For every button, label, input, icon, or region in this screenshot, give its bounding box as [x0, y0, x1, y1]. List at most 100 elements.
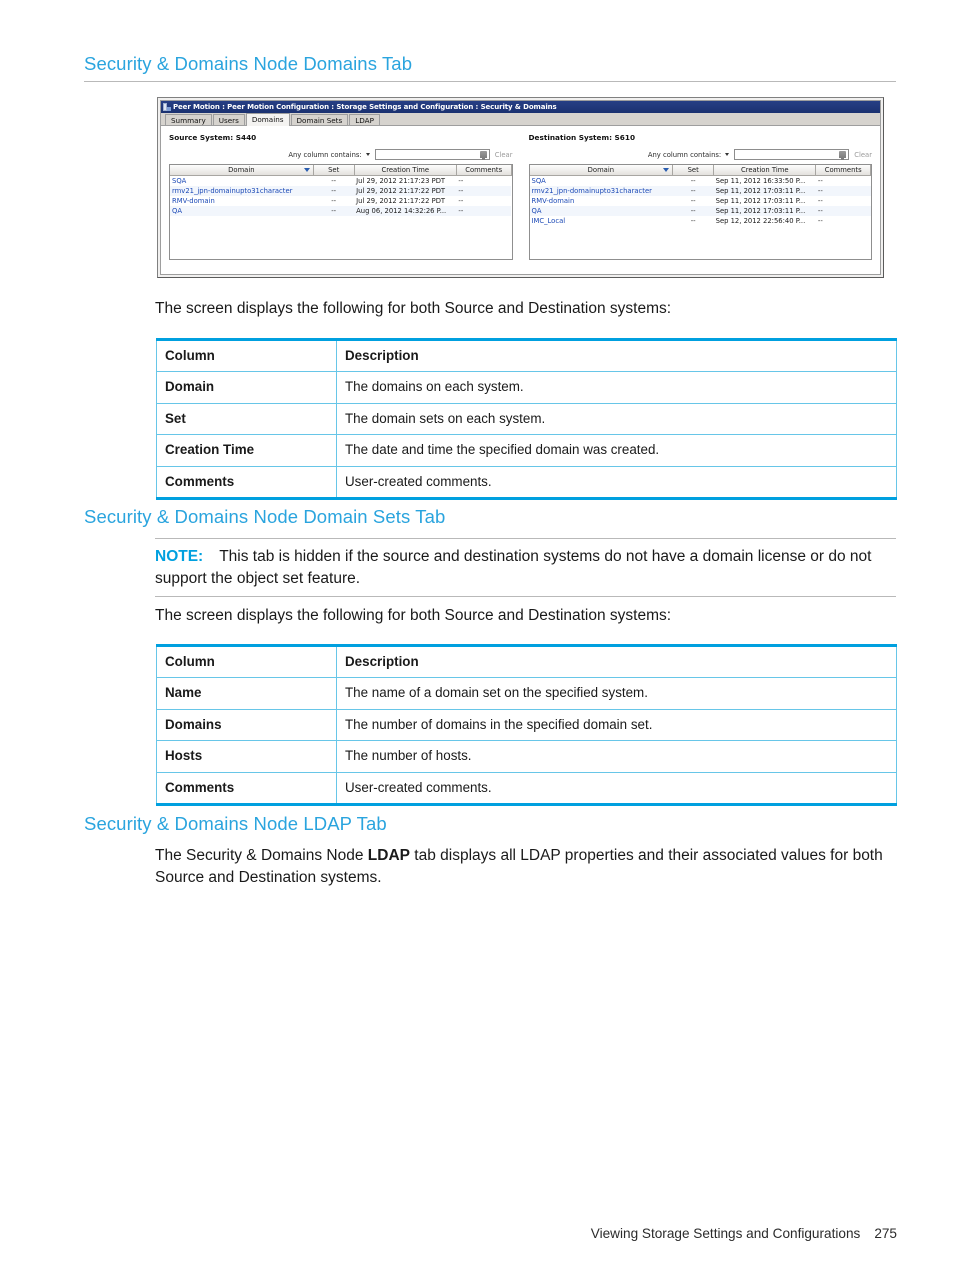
domains-description-table: Column Description Domain The domains on… — [156, 338, 897, 501]
note-rule-top — [155, 538, 896, 539]
intro-paragraph-1: The screen displays the following for bo… — [155, 300, 672, 317]
cell-comments: -- — [456, 206, 511, 216]
cell-set: -- — [313, 186, 355, 196]
chevron-down-icon[interactable] — [365, 153, 370, 156]
tab-ldap[interactable]: LDAP — [349, 114, 380, 125]
table-row: Comments User-created comments. — [156, 465, 897, 500]
heading-rule-1 — [84, 81, 896, 82]
destination-col-time[interactable]: Creation Time — [713, 165, 817, 176]
row-description: The number of domains in the specified d… — [336, 708, 897, 742]
cell-set: -- — [690, 197, 696, 205]
source-col-time[interactable]: Creation Time — [354, 165, 457, 176]
filter-funnel-icon[interactable] — [839, 151, 847, 160]
app-screenshot: Peer Motion : Peer Motion Configuration … — [157, 97, 884, 278]
tab-domain-sets[interactable]: Domain Sets — [290, 114, 349, 125]
ldap-text-before: The Security & Domains Node — [155, 847, 368, 864]
table-row[interactable]: SQA -- Sep 11, 2012 16:33:50 P... -- — [530, 176, 871, 187]
cell-time: Sep 11, 2012 17:03:11 P... — [713, 186, 816, 196]
page-footer: Viewing Storage Settings and Configurati… — [591, 1226, 897, 1241]
table-row[interactable]: SQA -- Jul 29, 2012 21:17:23 PDT -- — [170, 176, 511, 187]
ldap-paragraph: The Security & Domains Node LDAP tab dis… — [155, 845, 900, 889]
destination-clear-button[interactable]: Clear — [854, 151, 872, 159]
table-row[interactable]: rmv21_jpn-domainupto31character -- Sep 1… — [529, 186, 871, 196]
note-label: NOTE: — [155, 548, 204, 565]
table-row[interactable]: IMC_Local -- Sep 12, 2012 22:56:40 P... … — [530, 216, 871, 226]
row-description: User-created comments. — [336, 465, 897, 500]
source-filter-input[interactable] — [374, 149, 490, 160]
cell-time: Sep 11, 2012 17:03:11 P... — [713, 206, 816, 216]
tab-domains[interactable]: Domains — [245, 113, 290, 126]
filter-funnel-icon[interactable] — [479, 151, 487, 160]
destination-filter-row: Any column contains: Clear — [529, 149, 872, 160]
cell-time: Sep 11, 2012 17:03:11 P... — [715, 197, 806, 205]
sort-descending-icon — [303, 168, 310, 172]
row-column: Creation Time — [156, 434, 337, 467]
cell-domain: RMV-domain — [172, 197, 215, 205]
destination-filter-label: Any column contains: — [647, 150, 722, 159]
source-system-pane: Source System: S440 Any column contains:… — [161, 126, 521, 274]
cell-comments: -- — [817, 217, 823, 225]
table-row[interactable]: RMV-domain -- Sep 11, 2012 17:03:11 P...… — [530, 196, 871, 206]
application-icon — [163, 103, 171, 111]
source-domains-grid[interactable]: Domain Set Creation Time Comments SQA --… — [169, 164, 513, 260]
cell-set: -- — [331, 197, 337, 205]
table-row[interactable]: RMV-domain -- Jul 29, 2012 21:17:22 PDT … — [170, 196, 511, 206]
tab-users[interactable]: Users — [212, 114, 245, 125]
tab-summary[interactable]: Summary — [165, 114, 212, 125]
source-col-set[interactable]: Set — [313, 165, 355, 176]
cell-time: Jul 29, 2012 21:17:22 PDT — [356, 197, 446, 205]
table-row: Comments User-created comments. — [156, 771, 897, 806]
cell-set: -- — [690, 177, 696, 185]
cell-domain: QA — [170, 206, 314, 216]
note-rule-bottom — [155, 596, 896, 597]
row-description: The domain sets on each system. — [336, 402, 897, 436]
destination-filter-input[interactable] — [734, 149, 850, 160]
row-column: Comments — [156, 465, 337, 500]
destination-col-comments[interactable]: Comments — [815, 165, 871, 176]
section-heading-domain-sets: Security & Domains Node Domain Sets Tab — [84, 506, 446, 527]
destination-system-label: Destination System: S610 — [528, 133, 636, 142]
table-row[interactable]: rmv21_jpn-domainupto31character -- Jul 2… — [170, 186, 511, 196]
row-column: Domain — [156, 371, 337, 404]
header-description: Description — [336, 338, 897, 373]
cell-comments: -- — [456, 186, 511, 196]
table-row[interactable]: QA -- Aug 06, 2012 14:32:26 P... -- — [170, 206, 511, 216]
destination-col-domain[interactable]: Domain — [529, 165, 674, 176]
cell-comments: -- — [817, 197, 823, 205]
note-block: NOTE: This tab is hidden if the source an… — [155, 546, 896, 590]
destination-domains-grid[interactable]: Domain Set Creation Time Comments SQA --… — [528, 164, 872, 260]
cell-time: Aug 06, 2012 14:32:26 P... — [354, 206, 457, 216]
source-clear-button[interactable]: Clear — [495, 151, 513, 159]
domain-sets-description-table: Column Description Name The name of a do… — [156, 644, 897, 807]
table-header-row: Column Description — [156, 338, 897, 373]
cell-domain: IMC_Local — [531, 217, 566, 225]
cell-set: -- — [690, 217, 696, 225]
cell-set: -- — [313, 206, 355, 216]
row-description: The number of hosts. — [336, 740, 897, 773]
table-row[interactable]: QA -- Sep 11, 2012 17:03:11 P... -- — [529, 206, 871, 216]
page-title: Security & Domains Node Domains Tab — [84, 53, 413, 74]
destination-col-set[interactable]: Set — [672, 165, 715, 176]
row-description: User-created comments. — [336, 771, 897, 806]
table-row: Set The domain sets on each system. — [156, 402, 897, 436]
chevron-down-icon[interactable] — [725, 153, 730, 156]
window-titlebar: Peer Motion : Peer Motion Configuration … — [161, 101, 880, 113]
header-column: Column — [156, 338, 337, 373]
source-system-label: Source System: S440 — [169, 133, 257, 142]
table-row: Name The name of a domain set on the spe… — [156, 677, 897, 710]
table-row: Domain The domains on each system. — [156, 371, 897, 404]
destination-grid-header-row: Domain Set Creation Time Comments — [529, 165, 871, 176]
cell-comments: -- — [458, 177, 464, 185]
section-heading-ldap: Security & Domains Node LDAP Tab — [84, 813, 387, 834]
cell-comments: -- — [458, 197, 464, 205]
cell-time: Jul 29, 2012 21:17:23 PDT — [356, 177, 446, 185]
tab-strip: Summary Users Domains Domain Sets LDAP — [161, 113, 880, 126]
window-title: Peer Motion : Peer Motion Configuration … — [173, 103, 557, 111]
source-col-domain[interactable]: Domain — [170, 165, 314, 176]
panes-container: Source System: S440 Any column contains:… — [161, 126, 880, 274]
table-row: Creation Time The date and time the spec… — [156, 434, 897, 467]
note-text: This tab is hidden if the source and des… — [155, 548, 872, 587]
source-filter-label: Any column contains: — [288, 150, 362, 159]
source-col-comments[interactable]: Comments — [456, 165, 512, 176]
source-grid-header-row: Domain Set Creation Time Comments — [170, 165, 512, 176]
